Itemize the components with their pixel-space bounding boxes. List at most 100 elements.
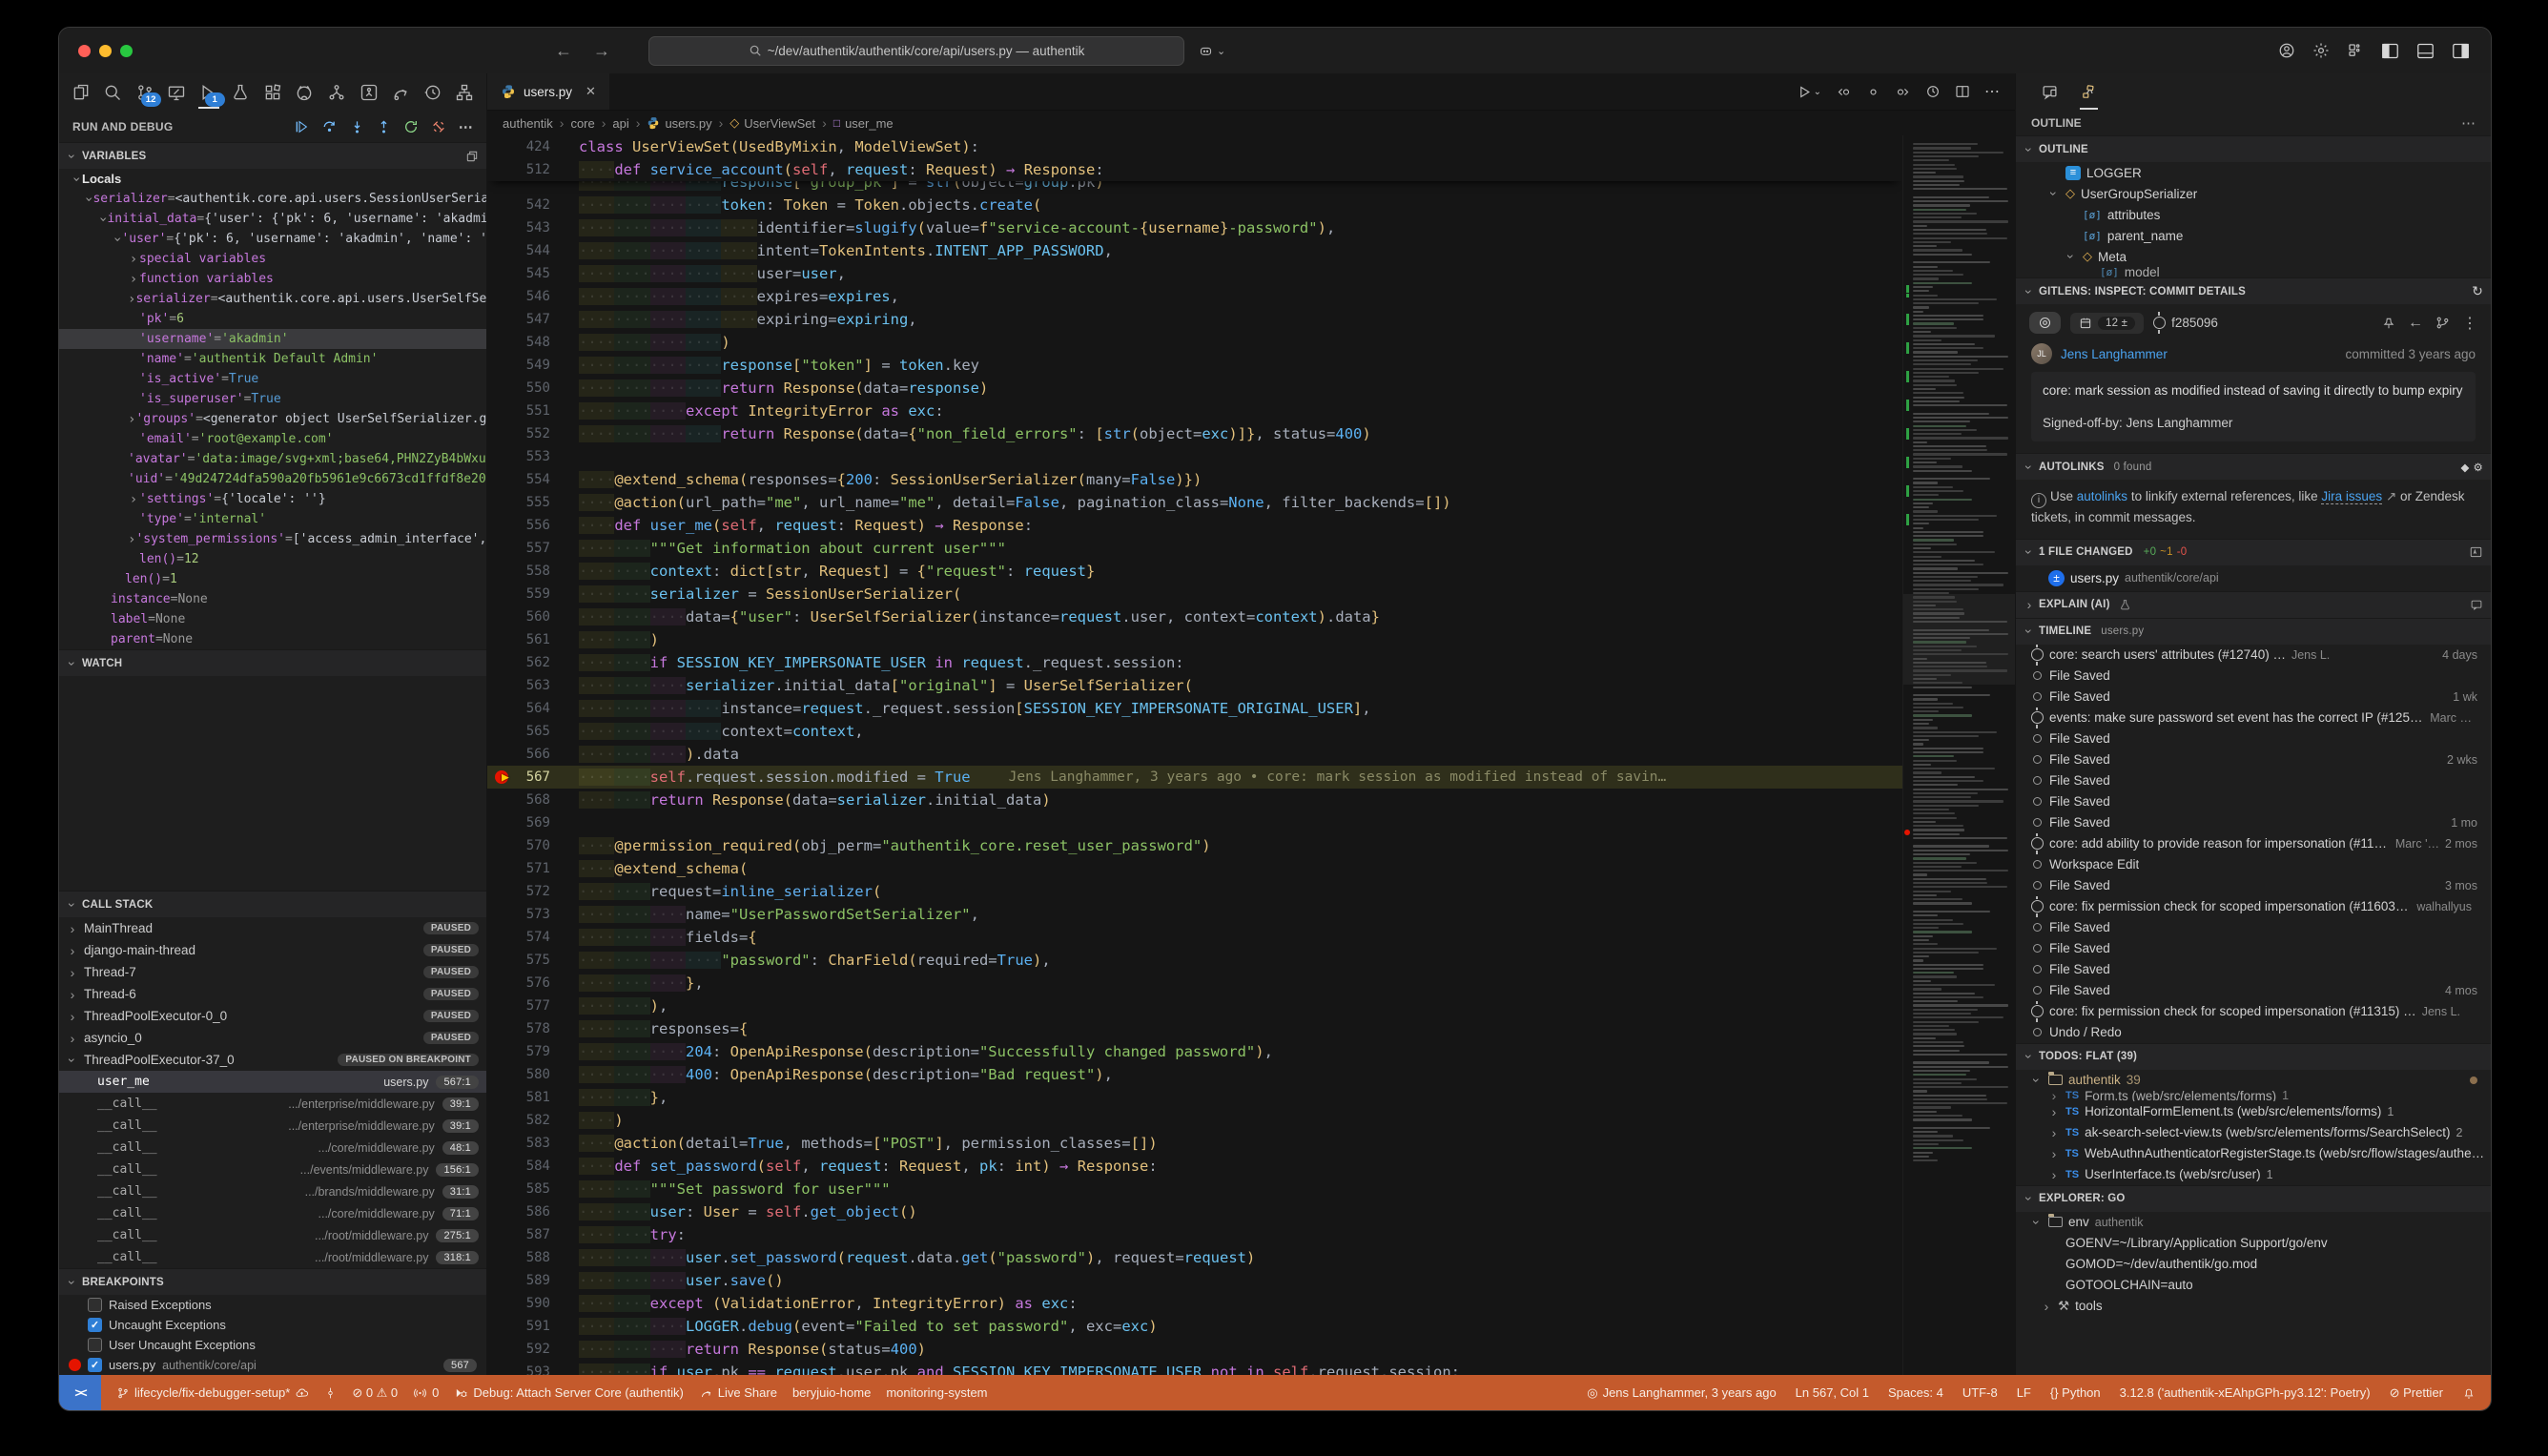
variable-row[interactable]: ›'user' = {'pk': 6, 'username': 'akadmin… bbox=[59, 229, 486, 249]
history-forward-button[interactable]: → bbox=[593, 41, 610, 61]
code-line[interactable]: 562········if SESSION_KEY_IMPERSONATE_US… bbox=[487, 651, 1902, 674]
run-python-file-button[interactable]: ⌄ bbox=[1798, 85, 1821, 99]
variable-row[interactable]: ›initial_data = {'user': {'pk': 6, 'user… bbox=[59, 209, 486, 229]
code-line[interactable]: 591············LOGGER.debug(event="Faile… bbox=[487, 1315, 1902, 1338]
twistie-icon[interactable]: › bbox=[128, 252, 139, 267]
timeline-item[interactable]: File Saved bbox=[2016, 728, 2491, 749]
twistie-icon[interactable]: › bbox=[2029, 1217, 2045, 1228]
explain-ai-header[interactable]: ›EXPLAIN (AI) bbox=[2016, 591, 2491, 618]
stack-frame-row[interactable]: __call__.../brands/middleware.py31:1 bbox=[59, 1180, 486, 1202]
timeline-item[interactable]: core: fix permission check for scoped im… bbox=[2016, 896, 2491, 917]
gutter[interactable]: 564 bbox=[487, 701, 579, 716]
variable-row[interactable]: ›'groups' = <generator object UserSelfSe… bbox=[59, 409, 486, 429]
activity-item-github[interactable] bbox=[291, 76, 319, 109]
activity-item-explorer[interactable] bbox=[67, 76, 95, 109]
feedback-icon[interactable] bbox=[2470, 599, 2483, 611]
timeline-item[interactable]: events: make sure password set event has… bbox=[2016, 707, 2491, 728]
activity-item-gitlens-inspect[interactable] bbox=[355, 76, 383, 109]
activity-item-source-control[interactable]: 12 bbox=[131, 76, 159, 109]
twistie-icon[interactable]: › bbox=[67, 1031, 78, 1046]
code-line[interactable]: 582····) bbox=[487, 1109, 1902, 1132]
variable-row[interactable]: ›'system_permissions' = ['access_admin_i… bbox=[59, 529, 486, 549]
code-line[interactable]: 580············400: OpenApiResponse(desc… bbox=[487, 1063, 1902, 1086]
twistie-icon[interactable]: › bbox=[95, 215, 111, 222]
code-line[interactable]: 549················response["token"] = t… bbox=[487, 354, 1902, 377]
sticky-line[interactable]: 512····def service_account(self, request… bbox=[487, 158, 1902, 181]
timeline-item[interactable]: File Saved bbox=[2016, 959, 2491, 980]
gutter[interactable]: 424 bbox=[487, 139, 579, 154]
close-tab-icon[interactable]: ✕ bbox=[586, 84, 596, 99]
copilot-menu[interactable]: ⌄ bbox=[1198, 44, 1225, 58]
close-window-button[interactable] bbox=[78, 45, 91, 57]
previous-change-icon[interactable] bbox=[1836, 85, 1852, 99]
code-line[interactable]: 571····@extend_schema( bbox=[487, 857, 1902, 880]
tab-users-py[interactable]: users.py ✕ bbox=[487, 73, 609, 110]
breakpoint-checkbox[interactable]: ✓ bbox=[88, 1318, 102, 1332]
explorer-go-header[interactable]: ›EXPLORER: GO bbox=[2016, 1185, 2491, 1212]
customize-layout-icon[interactable] bbox=[2347, 42, 2364, 59]
more-actions-icon[interactable]: ⋯ bbox=[2461, 114, 2476, 132]
code-line[interactable]: ················response["group_pk"] = s… bbox=[487, 181, 1902, 194]
sticky-line[interactable]: 424class UserViewSet(UsedByMixin, ModelV… bbox=[487, 135, 1902, 158]
code-line[interactable]: 559········serializer = SessionUserSeria… bbox=[487, 583, 1902, 605]
twistie-icon[interactable]: › bbox=[67, 987, 78, 1002]
gutter[interactable]: 593 bbox=[487, 1364, 579, 1375]
status-notifications-bell-icon[interactable] bbox=[2462, 1386, 2476, 1400]
more-actions-icon[interactable]: ⋯ bbox=[1984, 82, 2000, 101]
code-line[interactable]: 593········if user.pk == request.user.pk… bbox=[487, 1361, 1902, 1375]
twistie-icon[interactable]: › bbox=[2048, 1146, 2060, 1161]
gutter[interactable]: 584 bbox=[487, 1159, 579, 1174]
code-line[interactable]: 585········"""Set password for user""" bbox=[487, 1178, 1902, 1200]
variable-row[interactable]: 'pk' = 6 bbox=[59, 309, 486, 329]
minimap[interactable] bbox=[1902, 135, 2015, 1375]
breakpoint-checkbox[interactable]: ✓ bbox=[88, 1358, 102, 1372]
code-line[interactable]: 570····@permission_required(obj_perm="au… bbox=[487, 834, 1902, 857]
variable-row[interactable]: instance = None bbox=[59, 589, 486, 609]
status-branch[interactable]: lifecycle/fix-debugger-setup* bbox=[116, 1385, 309, 1400]
gutter[interactable]: 572 bbox=[487, 884, 579, 899]
variable-row[interactable]: parent = None bbox=[59, 629, 486, 649]
gutter[interactable]: 543 bbox=[487, 220, 579, 236]
gutter[interactable]: 554 bbox=[487, 472, 579, 487]
autolink-add-icon[interactable]: ◆ bbox=[2460, 461, 2469, 474]
thread-row[interactable]: ›ThreadPoolExecutor-37_0PAUSED ON BREAKP… bbox=[59, 1049, 486, 1071]
code-line[interactable]: 581········}, bbox=[487, 1086, 1902, 1109]
gutter[interactable]: 579 bbox=[487, 1044, 579, 1059]
commit-files-chip[interactable]: 12 ± bbox=[2070, 313, 2144, 334]
code-line[interactable]: 564················instance=request._req… bbox=[487, 697, 1902, 720]
status-debug-target[interactable]: Debug: Attach Server Core (authentik) bbox=[454, 1385, 683, 1400]
copy-value-icon[interactable] bbox=[465, 150, 479, 163]
kebab-menu-icon[interactable]: ⋮ bbox=[2462, 314, 2477, 333]
autolinks-link[interactable]: autolinks bbox=[2077, 489, 2127, 503]
gutter[interactable]: 548 bbox=[487, 335, 579, 350]
code-line[interactable]: 557········"""Get information about curr… bbox=[487, 537, 1902, 560]
call-stack-header[interactable]: ›CALL STACK bbox=[59, 891, 486, 917]
code-line[interactable]: 590········except (ValidationError, Inte… bbox=[487, 1292, 1902, 1315]
code-line[interactable]: 547····················expiring=expiring… bbox=[487, 308, 1902, 331]
code-line[interactable]: 577········), bbox=[487, 995, 1902, 1017]
twistie-icon[interactable]: › bbox=[2041, 1299, 2052, 1314]
autolink-settings-icon[interactable]: ⚙ bbox=[2473, 461, 2483, 474]
step-into-button[interactable] bbox=[350, 119, 364, 134]
outline-view-icon[interactable] bbox=[2080, 73, 2098, 110]
variable-row[interactable]: 'avatar' = 'data:image/svg+xml;base64,PH… bbox=[59, 449, 486, 469]
gutter[interactable]: 570 bbox=[487, 838, 579, 853]
twistie-icon[interactable]: › bbox=[67, 921, 78, 936]
todo-file-row[interactable]: ›TSUserInterface.ts (web/src/user)1 bbox=[2016, 1164, 2491, 1185]
gutter[interactable]: 555 bbox=[487, 495, 579, 510]
code-line[interactable]: 545····················user=user, bbox=[487, 262, 1902, 285]
continue-button[interactable] bbox=[294, 119, 309, 134]
outline-item[interactable]: [ø]model bbox=[2016, 267, 2491, 277]
timeline-item[interactable]: Workspace Edit bbox=[2016, 854, 2491, 875]
twistie-icon[interactable]: › bbox=[128, 412, 135, 427]
gutter[interactable]: 569 bbox=[487, 815, 579, 831]
open-all-changes-icon[interactable] bbox=[2469, 545, 2483, 559]
variable-row[interactable]: 'uid' = '49d24724dfa590a20fb5961e9c6673c… bbox=[59, 469, 486, 489]
status-language[interactable]: {} Python bbox=[2050, 1385, 2101, 1400]
stack-frame-row[interactable]: __call__.../root/middleware.py275:1 bbox=[59, 1224, 486, 1246]
breadcrumb-item-userviewset[interactable]: ◇UserViewSet bbox=[729, 115, 815, 131]
status-cursor-position[interactable]: Ln 567, Col 1 bbox=[1796, 1385, 1869, 1400]
gutter[interactable]: 588 bbox=[487, 1250, 579, 1265]
variable-row[interactable]: ›'settings' = {'locale': ''} bbox=[59, 489, 486, 509]
code-line[interactable]: 565················context=context, bbox=[487, 720, 1902, 743]
